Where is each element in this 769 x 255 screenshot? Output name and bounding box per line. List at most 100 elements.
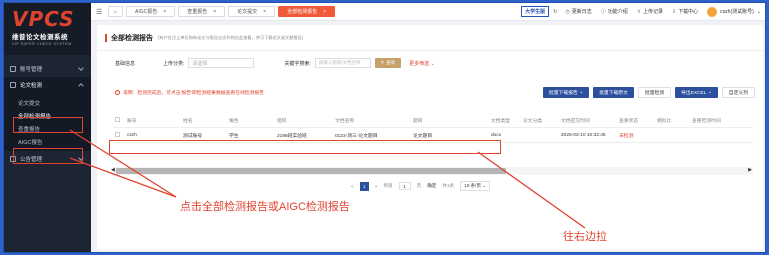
chevron-down-icon: ⌄ xyxy=(579,90,584,95)
page-title: 全部检测报告 xyxy=(111,35,153,42)
topbar-right: 大学生版 ↻ ◷ 更新日志 ⓘ 功能介绍 ⇧ 上传记录 ⇩ 下载中心 cszh(测试账号… xyxy=(521,6,763,17)
logo-brand: VPCS xyxy=(12,7,75,31)
user-name[interactable]: cszh(测试账号) xyxy=(720,8,754,15)
next-page-button[interactable]: > xyxy=(375,184,378,189)
sidebar-item-account[interactable]: 账号管理 xyxy=(4,61,91,77)
reports-table: 账号 姓名 角色 组织 文档名称 题目 文档类型 论文分类 文档提交时间 查重状… xyxy=(113,113,753,143)
pagination: < 1 > 到第 1 页 确定 共1条 10 条/页 ⌄ xyxy=(351,181,496,191)
col-header[interactable]: 账号 xyxy=(127,117,183,124)
batch-check-button[interactable]: 批量检测 xyxy=(637,87,672,98)
col-header[interactable]: 姓名 xyxy=(183,117,229,124)
col-header[interactable]: 组织 xyxy=(277,117,335,124)
col-header[interactable]: 查重状态 xyxy=(619,117,657,124)
title-accent xyxy=(105,34,107,42)
features-link[interactable]: ⓘ 功能介绍 xyxy=(601,8,628,15)
close-icon[interactable]: × xyxy=(163,9,166,15)
upload-category-label: 上传分类: xyxy=(163,60,185,67)
chevron-down-icon: ⌄ xyxy=(430,60,435,67)
cell-doc-type: docx xyxy=(491,132,502,138)
row-checkbox[interactable] xyxy=(115,131,120,137)
col-header[interactable]: 文档名称 xyxy=(335,117,413,124)
table-header: 账号 姓名 角色 组织 文档名称 题目 文档类型 论文分类 文档提交时间 查重状… xyxy=(113,113,753,128)
changelog-link[interactable]: ◷ 更新日志 xyxy=(565,8,591,16)
download-center-link[interactable]: ⇩ 下载中心 xyxy=(671,8,698,16)
col-header[interactable]: 论文分类 xyxy=(523,117,561,124)
chevron-down-icon: ⌄ xyxy=(707,90,712,95)
scroll-right-icon[interactable]: ▶ xyxy=(748,167,752,173)
cell-org: 2198班实验班 xyxy=(277,133,307,139)
cell-name: 测试账号 xyxy=(183,133,203,139)
upload-records-link[interactable]: ⇧ 上传记录 xyxy=(636,8,663,16)
chevron-down-icon[interactable]: ⌄ xyxy=(757,9,761,15)
tab-label: 全部检测报告 xyxy=(287,9,318,15)
custom-columns-button[interactable]: 自定义列 xyxy=(721,87,755,98)
cell-doc-name: 0123-测三-论文题目 xyxy=(335,133,378,139)
chevron-up-icon xyxy=(78,83,84,89)
content-card: 全部检测报告 (有户在注上单位和有论文与报告论文外的在此查看，并可下载论文或文献… xyxy=(97,25,763,250)
scroll-thumb[interactable] xyxy=(116,168,506,174)
col-header[interactable]: 文档类型 xyxy=(491,117,523,124)
tab-label: 论文提交 xyxy=(237,9,258,15)
select-all-checkbox[interactable] xyxy=(115,116,120,122)
col-header[interactable]: 相似比 xyxy=(657,117,692,124)
clock-icon: ◷ xyxy=(565,8,570,15)
cell-role: 学生 xyxy=(229,133,239,139)
tab-aigc-report[interactable]: AIGC报告 × xyxy=(126,6,176,17)
filter-row: 基础信息 上传分类: 请选择 关键字搜索: 请输入题目/文档名称 ⚲ 查询 更多筛… xyxy=(115,58,435,68)
keyword-search-input[interactable]: 请输入题目/文档名称 xyxy=(314,58,371,68)
horizontal-scrollbar[interactable]: ◀ ▶ xyxy=(111,167,753,175)
menu-toggle-icon[interactable]: ☰ xyxy=(96,8,108,16)
basic-info-label: 基础信息 xyxy=(115,60,136,67)
logo-name-en: VIP PAPER CHECK SYSTEM xyxy=(12,42,72,46)
batch-download-original-button[interactable]: 批量下载原文 xyxy=(593,87,634,98)
upload-category-select[interactable]: 请选择 xyxy=(188,58,255,68)
sidebar-item-check[interactable]: 论文检测 xyxy=(4,77,91,93)
page-number[interactable]: 1 xyxy=(359,181,369,191)
tab-dup-report[interactable]: 查重报告 × xyxy=(178,6,226,17)
version-badge[interactable]: 大学生版 xyxy=(521,6,550,17)
tip: 说明：检测完成后，可点击'报告'即检测结果数据查看在线检测报告 xyxy=(115,89,264,96)
user-icon xyxy=(10,66,16,72)
close-icon[interactable]: × xyxy=(263,9,266,15)
logo-name-cn: 维普论文检测系统 xyxy=(12,34,68,41)
prev-page-button[interactable]: < xyxy=(351,184,354,189)
divider xyxy=(97,50,763,51)
col-header[interactable]: 角色 xyxy=(229,117,277,124)
batch-download-report-button[interactable]: 批量下载报告 ⌄ xyxy=(542,87,590,98)
tab-submit[interactable]: 论文提交 × xyxy=(228,6,276,17)
cell-submit-time: 2025-03-10 10:32:45 xyxy=(561,132,606,138)
search-button[interactable]: ⚲ 查询 xyxy=(374,58,402,68)
info-icon: ⓘ xyxy=(600,9,606,15)
app-window: VPCS 维普论文检测系统 VIP PAPER CHECK SYSTEM 账号管… xyxy=(3,2,766,253)
keyword-label: 关键字搜索: xyxy=(284,60,311,67)
page-note: (有户在注上单位和有论文与报告论文外的在此查看，并可下载论文或文献报告) xyxy=(158,35,304,40)
goto-confirm-button[interactable]: 确定 xyxy=(427,183,436,189)
goto-label: 到第 xyxy=(383,183,393,188)
col-header[interactable]: 题目 xyxy=(413,117,491,124)
avatar[interactable] xyxy=(707,6,718,17)
search-icon: ⚲ xyxy=(380,60,385,65)
tab-all-reports[interactable]: 全部检测报告 × xyxy=(278,6,335,17)
tab-label: 查重报告 xyxy=(187,9,208,15)
sidebar-subitem-aigc-report[interactable]: AIGC报告 xyxy=(4,135,91,148)
page-unit: 页 xyxy=(416,183,422,188)
page-size-select[interactable]: 10 条/页 ⌄ xyxy=(460,181,491,191)
goto-page-input[interactable]: 1 xyxy=(398,182,411,190)
close-icon[interactable]: × xyxy=(213,9,216,15)
export-excel-button[interactable]: 导出EXCEL ⌄ xyxy=(675,87,718,98)
logo: VPCS 维普论文检测系统 VIP PAPER CHECK SYSTEM xyxy=(4,3,91,55)
close-icon[interactable]: × xyxy=(323,9,326,15)
sidebar-subitem-submit[interactable]: 论文提交 xyxy=(4,96,91,109)
more-filters-link[interactable]: 更多筛选 ⌄ xyxy=(409,60,435,67)
download-icon: ⇩ xyxy=(671,8,677,15)
upload-icon: ⇧ xyxy=(636,8,641,15)
scroll-left-icon[interactable]: ◀ xyxy=(111,167,115,173)
refresh-icon[interactable]: ↻ xyxy=(553,9,557,15)
col-header[interactable]: 查重检测时间 xyxy=(692,117,732,124)
cell-title: 论文题目 xyxy=(413,133,433,139)
highlight-aigc-report xyxy=(13,148,83,164)
chevron-down-icon xyxy=(78,65,84,71)
tab-home[interactable]: ⌂ xyxy=(108,6,124,17)
col-header[interactable]: 文档提交时间 xyxy=(561,117,619,124)
document-icon xyxy=(10,82,16,88)
